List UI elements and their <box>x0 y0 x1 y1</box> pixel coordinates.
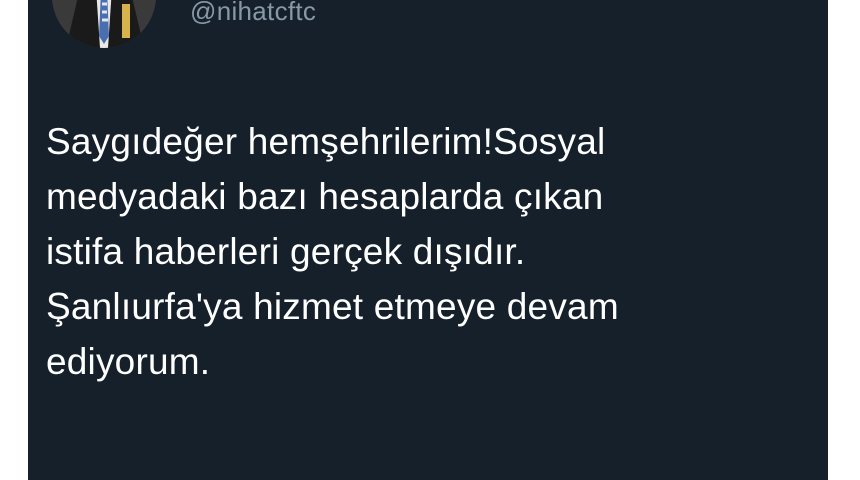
profile-avatar[interactable] <box>52 0 156 48</box>
tweet-card: @nihatcftc Saygıdeğer hemşehrilerim!Sosy… <box>28 0 828 480</box>
tweet-text-line: istifa haberleri gerçek dışıdır. <box>46 231 526 272</box>
tweet-text-line: Şanlıurfa'ya hizmet etmeye devam <box>46 286 619 327</box>
screenshot-frame: @nihatcftc Saygıdeğer hemşehrilerim!Sosy… <box>0 0 860 480</box>
tweet-text: Saygıdeğer hemşehrilerim!Sosyal medyadak… <box>46 114 816 389</box>
tweet-text-line: Saygıdeğer hemşehrilerim!Sosyal <box>46 121 606 162</box>
avatar-photo-icon <box>52 0 156 48</box>
tweet-text-line: medyadaki bazı hesaplarda çıkan <box>46 176 604 217</box>
tweet-text-line: ediyorum. <box>46 341 211 382</box>
user-handle[interactable]: @nihatcftc <box>190 0 316 30</box>
